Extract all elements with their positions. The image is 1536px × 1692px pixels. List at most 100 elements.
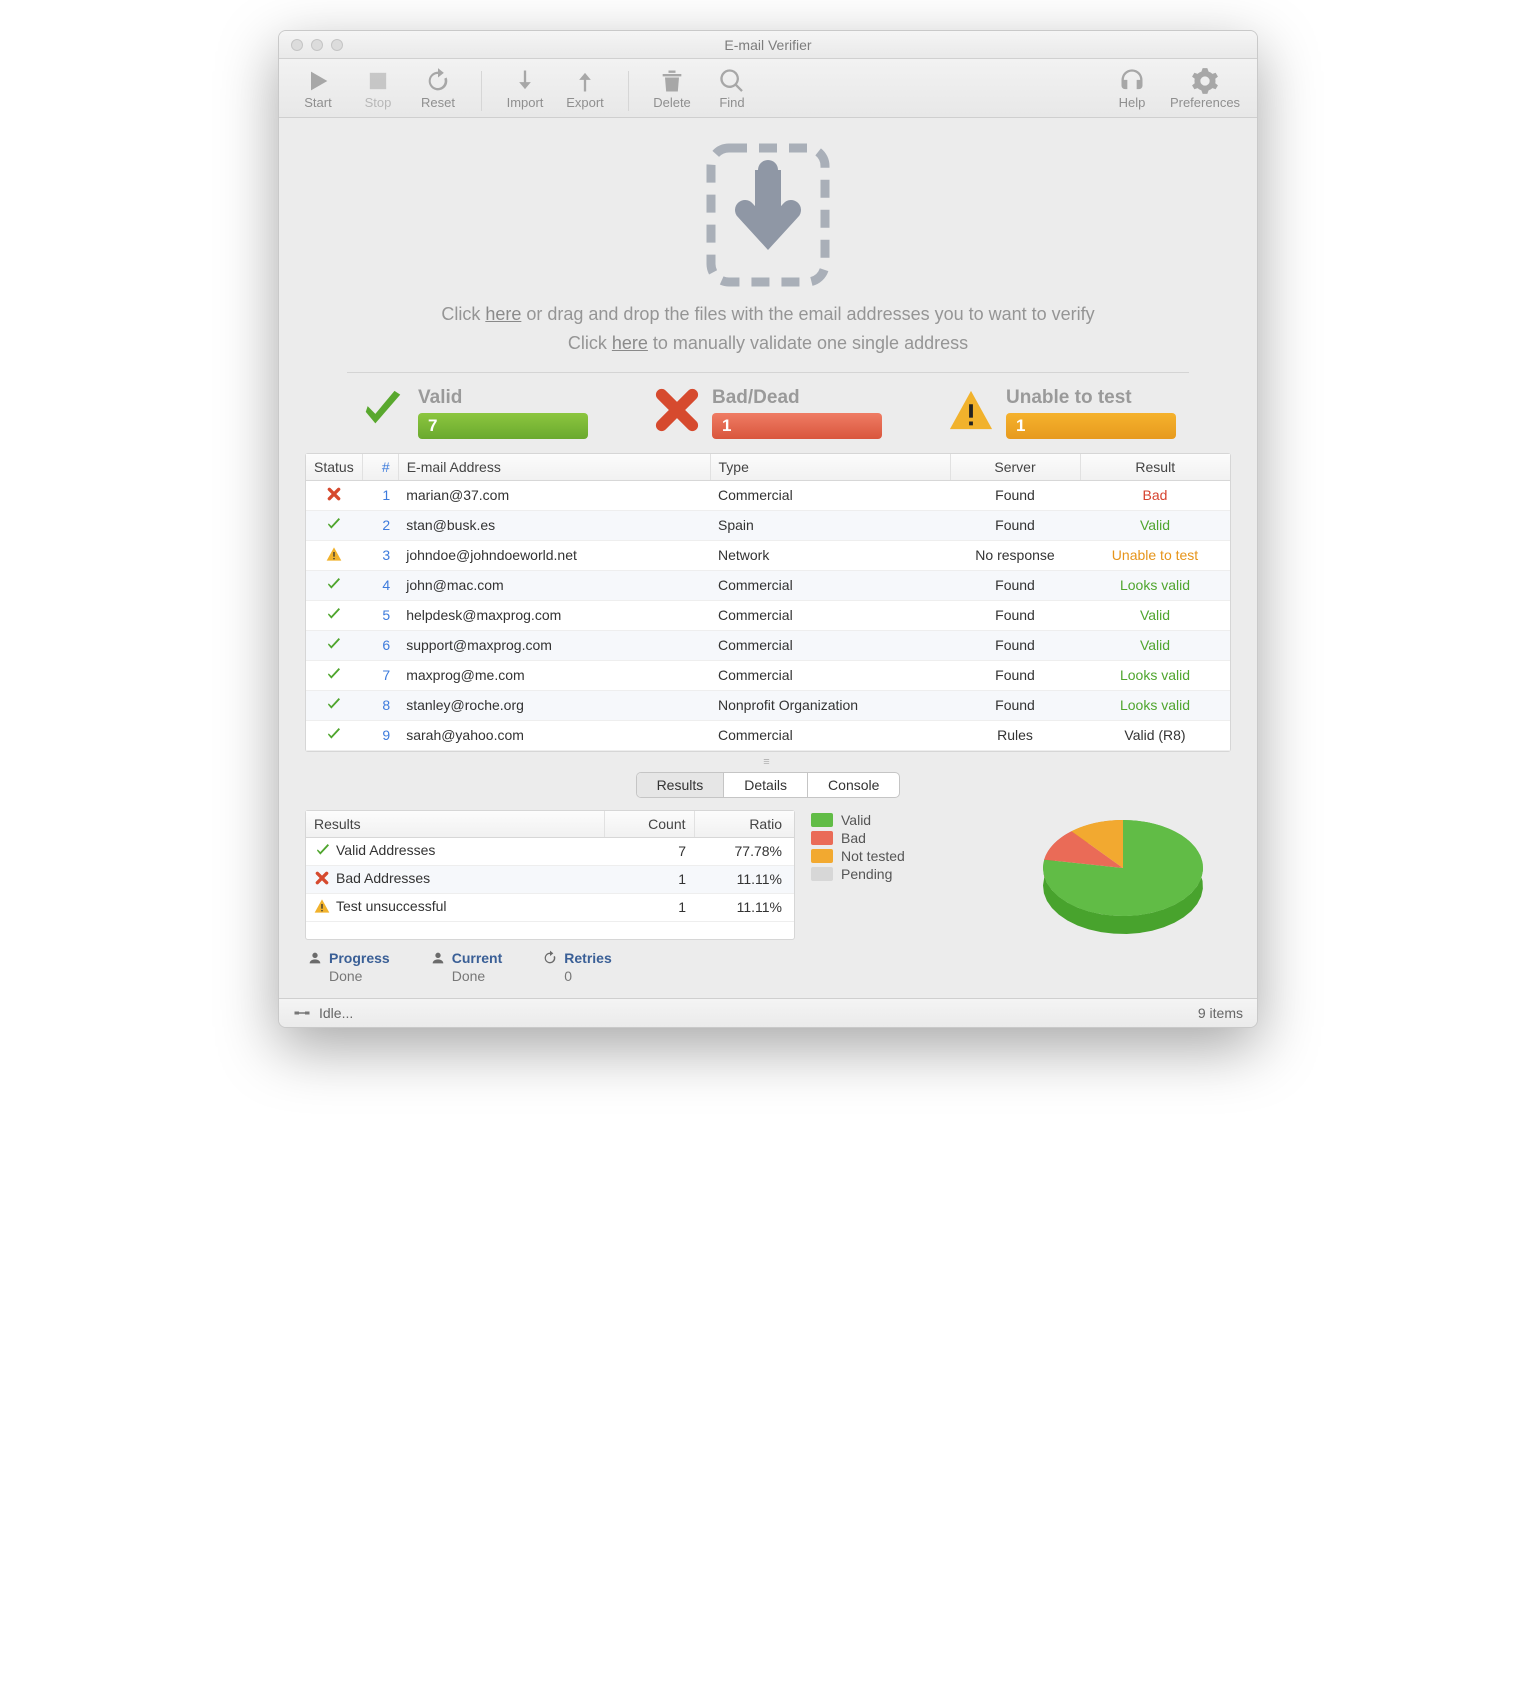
row-server: Found <box>950 630 1080 660</box>
drop-help-text: Click here or drag and drop the files wi… <box>441 300 1094 358</box>
row-type: Commercial <box>710 600 950 630</box>
row-email: stan@busk.es <box>398 510 710 540</box>
summary-row[interactable]: Bad Addresses111.11% <box>306 865 794 893</box>
row-email: sarah@yahoo.com <box>398 720 710 750</box>
find-button[interactable]: Find <box>705 67 759 110</box>
sum-col-ratio[interactable]: Ratio <box>694 811 794 838</box>
table-row[interactable]: 9sarah@yahoo.comCommercialRulesValid (R8… <box>306 720 1230 750</box>
stop-button[interactable]: Stop <box>351 67 405 110</box>
status-current-value: Done <box>430 968 503 984</box>
export-button[interactable]: Export <box>558 67 612 110</box>
summary-ratio: 11.11% <box>694 893 794 921</box>
pie-chart <box>1033 810 1213 940</box>
delete-label: Delete <box>653 95 691 110</box>
delete-button[interactable]: Delete <box>645 67 699 110</box>
row-email: support@maxprog.com <box>398 630 710 660</box>
row-status-icon <box>306 570 362 600</box>
stat-bad-label: Bad/Dead <box>712 387 882 409</box>
table-row[interactable]: 6support@maxprog.comCommercialFoundValid <box>306 630 1230 660</box>
row-num: 1 <box>362 480 398 510</box>
toolbar-divider <box>628 71 629 111</box>
table-row[interactable]: 8stanley@roche.orgNonprofit Organization… <box>306 690 1230 720</box>
search-icon <box>718 67 746 95</box>
row-server: Found <box>950 690 1080 720</box>
row-status-icon <box>306 690 362 720</box>
tab-details[interactable]: Details <box>724 773 808 797</box>
legend-bad: Bad <box>841 830 866 846</box>
tab-results[interactable]: Results <box>637 773 725 797</box>
row-status-icon <box>306 540 362 570</box>
legend-nottested: Not tested <box>841 848 905 864</box>
status-progress: Progress Done <box>307 950 390 984</box>
toolbar: Start Stop Reset Import Export Delete Fi… <box>279 59 1257 118</box>
row-type: Spain <box>710 510 950 540</box>
stat-untest-count: 1 <box>1006 413 1176 439</box>
table-row[interactable]: 4john@mac.comCommercialFoundLooks valid <box>306 570 1230 600</box>
row-result: Valid <box>1080 600 1230 630</box>
summary-label: Test unsuccessful <box>306 893 604 921</box>
col-result[interactable]: Result <box>1080 454 1230 481</box>
window-title: E-mail Verifier <box>279 37 1257 53</box>
summary-count: 1 <box>604 893 694 921</box>
row-status-icon <box>306 630 362 660</box>
table-header-row: Status # E-mail Address Type Server Resu… <box>306 454 1230 481</box>
col-server[interactable]: Server <box>950 454 1080 481</box>
col-num[interactable]: # <box>362 454 398 481</box>
table-row[interactable]: 5helpdesk@maxprog.comCommercialFoundVali… <box>306 600 1230 630</box>
sum-col-results[interactable]: Results <box>306 811 604 838</box>
summary-row[interactable]: Valid Addresses777.78% <box>306 837 794 865</box>
splitter-grip[interactable]: ≡ <box>297 752 1239 772</box>
row-result: Valid (R8) <box>1080 720 1230 750</box>
row-email: johndoe@johndoeworld.net <box>398 540 710 570</box>
drop-zone[interactable]: Click here or drag and drop the files wi… <box>297 134 1239 358</box>
reset-button[interactable]: Reset <box>411 67 465 110</box>
summary-row[interactable]: Test unsuccessful111.11% <box>306 893 794 921</box>
legend-valid: Valid <box>841 812 871 828</box>
col-type[interactable]: Type <box>710 454 950 481</box>
reset-label: Reset <box>421 95 455 110</box>
help-button[interactable]: Help <box>1105 67 1159 110</box>
row-email: john@mac.com <box>398 570 710 600</box>
row-num: 9 <box>362 720 398 750</box>
refresh-icon <box>542 950 558 966</box>
sum-col-count[interactable]: Count <box>604 811 694 838</box>
stat-bad: Bad/Dead 1 <box>654 387 882 439</box>
row-type: Nonprofit Organization <box>710 690 950 720</box>
legend-swatch-nottested <box>811 849 833 863</box>
import-button[interactable]: Import <box>498 67 552 110</box>
status-retries-value: 0 <box>542 968 611 984</box>
row-num: 7 <box>362 660 398 690</box>
drop-here-link-1[interactable]: here <box>485 304 521 324</box>
table-row[interactable]: 1marian@37.comCommercialFoundBad <box>306 480 1230 510</box>
gear-icon <box>1191 67 1219 95</box>
summary-label: Valid Addresses <box>306 837 604 865</box>
row-email: stanley@roche.org <box>398 690 710 720</box>
table-row[interactable]: 3johndoe@johndoeworld.netNetworkNo respo… <box>306 540 1230 570</box>
stop-icon <box>364 67 392 95</box>
stat-untest-label: Unable to test <box>1006 387 1176 409</box>
legend-swatch-valid <box>811 813 833 827</box>
legend-swatch-bad <box>811 831 833 845</box>
stat-valid: Valid 7 <box>360 387 588 439</box>
row-status-icon <box>306 600 362 630</box>
trash-icon <box>658 67 686 95</box>
table-row[interactable]: 7maxprog@me.comCommercialFoundLooks vali… <box>306 660 1230 690</box>
connection-icon <box>293 1006 311 1020</box>
toolbar-divider <box>481 71 482 111</box>
summary-count: 1 <box>604 865 694 893</box>
start-button[interactable]: Start <box>291 67 345 110</box>
tab-console[interactable]: Console <box>808 773 899 797</box>
stat-valid-count: 7 <box>418 413 588 439</box>
check-icon <box>360 387 406 438</box>
table-row[interactable]: 2stan@busk.esSpainFoundValid <box>306 510 1230 540</box>
warning-icon <box>948 387 994 438</box>
row-type: Commercial <box>710 570 950 600</box>
col-email[interactable]: E-mail Address <box>398 454 710 481</box>
summary-area: Results Count Ratio Valid Addresses777.7… <box>297 810 1239 940</box>
download-icon <box>511 67 539 95</box>
preferences-button[interactable]: Preferences <box>1165 67 1245 110</box>
drop-here-link-2[interactable]: here <box>612 333 648 353</box>
col-status[interactable]: Status <box>306 454 362 481</box>
titlebar: E-mail Verifier <box>279 31 1257 59</box>
summary-count: 7 <box>604 837 694 865</box>
